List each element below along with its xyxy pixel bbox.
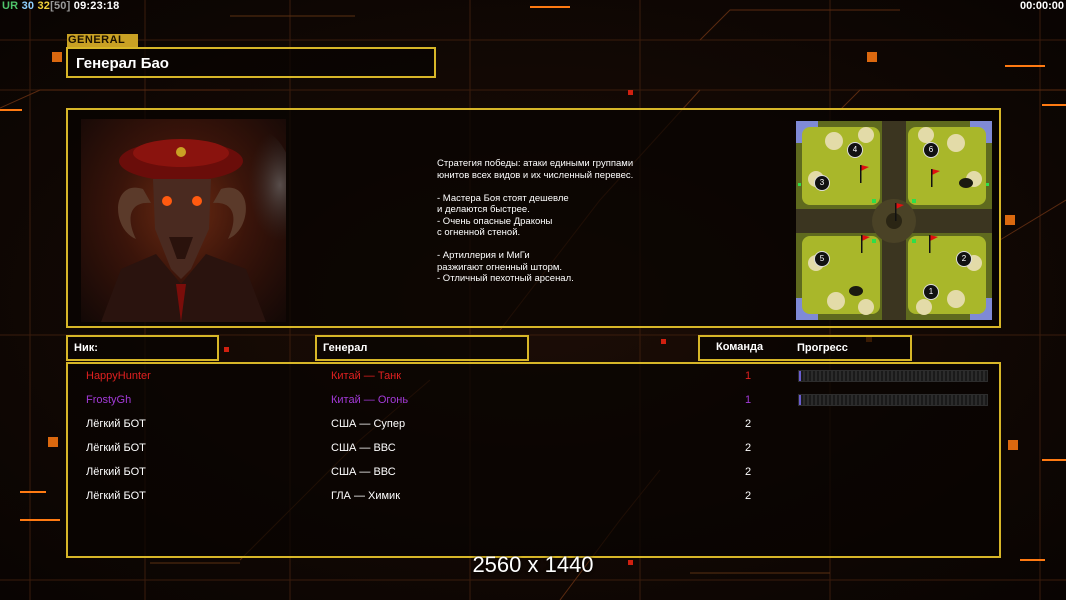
description-line: - Артиллерия и МиГи xyxy=(437,250,530,261)
general-info-panel: Стратегия победы: атаки едиными группами… xyxy=(66,108,1001,328)
team-header-label: Команда xyxy=(716,341,764,353)
player-progress-fill xyxy=(799,371,801,381)
player-general: США — Супер xyxy=(331,418,406,430)
team-progress-header: Команда Прогресс xyxy=(698,335,912,361)
map-slot-4: 4 xyxy=(847,142,863,158)
clock: 09:23:18 xyxy=(73,0,120,12)
player-progress-bar xyxy=(798,394,988,406)
general-title-box: Генерал Бао xyxy=(66,47,436,78)
general-header: Генерал xyxy=(315,335,529,361)
description-line: разжигают огненный шторм. xyxy=(437,261,563,273)
nick-header: Ник: xyxy=(66,335,219,361)
fps-cap: [50] xyxy=(50,0,71,12)
map-slot-5: 5 xyxy=(814,251,830,267)
fps-value: 32 xyxy=(37,0,51,12)
player-row[interactable]: Лёгкий БОТ США — ВВС 2 xyxy=(68,462,999,486)
player-nick: HappyHunter xyxy=(86,370,151,382)
player-general: Китай — Танк xyxy=(331,370,402,382)
description-line: юнитов всех видов и их численный перевес… xyxy=(437,169,634,181)
player-team: 1 xyxy=(744,370,752,382)
nick-header-label: Ник: xyxy=(74,342,98,354)
player-nick: Лёгкий БОТ xyxy=(86,490,146,502)
player-nick: Лёгкий БОТ xyxy=(86,442,146,454)
description-line: и делаются быстрее. xyxy=(437,204,530,215)
map-slot-3: 3 xyxy=(814,175,830,191)
general-name: Генерал Бао xyxy=(76,55,169,72)
player-row[interactable]: FrostyGh Китай — Огонь 1 xyxy=(68,390,999,414)
description-line: Стратегия победы: атаки едиными группами xyxy=(437,158,634,169)
map-slot-1: 1 xyxy=(923,284,939,300)
player-team: 2 xyxy=(744,490,752,502)
general-description: Стратегия победы: атаки едиными группами… xyxy=(437,158,697,285)
description-line: с огненной стеной. xyxy=(437,227,521,238)
resolution-label: 2560 x 1440 xyxy=(472,552,594,577)
player-general: ГЛА — Химик xyxy=(331,490,401,502)
players-panel: HappyHunter Китай — Танк 1 FrostyGh Китай — … xyxy=(66,362,1001,558)
player-row[interactable]: HappyHunter Китай — Танк 1 xyxy=(68,366,999,390)
player-general: США — ВВС xyxy=(331,442,396,454)
player-nick: Лёгкий БОТ xyxy=(86,418,146,430)
player-progress-fill xyxy=(799,395,801,405)
player-team: 1 xyxy=(744,394,752,406)
player-team: 2 xyxy=(744,418,752,430)
player-nick: FrostyGh xyxy=(86,394,132,406)
player-nick: Лёгкий БОТ xyxy=(86,466,146,478)
player-row[interactable]: Лёгкий БОТ США — ВВС 2 xyxy=(68,438,999,462)
game-timer: 00:00:00 xyxy=(1019,0,1064,12)
general-header-label: Генерал xyxy=(323,342,368,354)
description-line: - Отличный пехотный арсенал. xyxy=(437,273,574,284)
hud-stats: UR 30 32[50] 09:23:18 xyxy=(2,0,119,12)
description-line: - Мастера Боя стоят дешевле xyxy=(437,192,569,204)
player-general: США — ВВС xyxy=(331,466,396,478)
description-line xyxy=(437,181,697,193)
player-team: 2 xyxy=(744,442,752,454)
map-preview: 4 6 3 5 2 1 xyxy=(796,121,992,320)
map-slot-6: 6 xyxy=(923,142,939,158)
player-team: 2 xyxy=(744,466,752,478)
player-general: Китай — Огонь xyxy=(331,394,409,406)
description-line xyxy=(437,239,697,251)
map-slot-2: 2 xyxy=(956,251,972,267)
progress-header-label: Прогресс xyxy=(797,342,848,354)
general-tag: GENERAL xyxy=(67,34,138,47)
ur-value: 30 xyxy=(21,0,35,12)
player-progress-bar xyxy=(798,370,988,382)
player-row[interactable]: Лёгкий БОТ США — Супер 2 xyxy=(68,414,999,438)
description-line: - Очень опасные Драконы xyxy=(437,215,553,227)
ur-label: UR xyxy=(2,0,19,12)
general-portrait xyxy=(81,119,286,322)
player-row[interactable]: Лёгкий БОТ ГЛА — Химик 2 xyxy=(68,486,999,510)
